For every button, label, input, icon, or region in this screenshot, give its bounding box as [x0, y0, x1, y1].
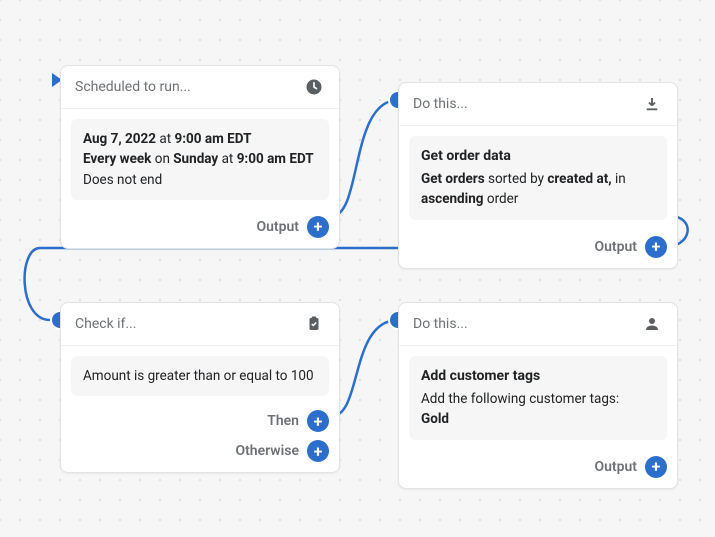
node-check-if[interactable]: Check if... Amount is greater than or eq… [60, 302, 340, 473]
workflow-canvas: Scheduled to run... Aug 7, 2022 at 9:00 … [0, 0, 715, 537]
node-header-label: Do this... [413, 96, 468, 112]
add-output-button[interactable]: + [307, 216, 329, 238]
output-label: Output [594, 459, 637, 475]
node-get-order-data[interactable]: Do this... Get order data Get orders sor… [398, 82, 678, 269]
add-then-button[interactable]: + [307, 410, 329, 432]
node-header-label: Do this... [413, 316, 468, 332]
node-body: Aug 7, 2022 at 9:00 am EDT Every week on… [71, 119, 329, 200]
node-add-customer-tags[interactable]: Do this... Add customer tags Add the fol… [398, 302, 678, 489]
output-label: Output [256, 219, 299, 235]
add-otherwise-button[interactable]: + [307, 440, 329, 462]
person-icon [641, 313, 663, 335]
node-header-label: Check if... [75, 316, 137, 332]
node-body: Add customer tags Add the following cust… [409, 356, 667, 440]
add-output-button[interactable]: + [645, 456, 667, 478]
output-label: Output [594, 239, 637, 255]
node-body: Get order data Get orders sorted by crea… [409, 136, 667, 220]
clipboard-icon [303, 313, 325, 335]
download-icon [641, 93, 663, 115]
otherwise-label: Otherwise [235, 443, 299, 459]
node-scheduled[interactable]: Scheduled to run... Aug 7, 2022 at 9:00 … [60, 65, 340, 249]
node-header-label: Scheduled to run... [75, 79, 191, 95]
then-label: Then [267, 413, 299, 429]
node-body: Amount is greater than or equal to 100 [71, 356, 329, 396]
clock-icon [303, 76, 325, 98]
add-output-button[interactable]: + [645, 236, 667, 258]
